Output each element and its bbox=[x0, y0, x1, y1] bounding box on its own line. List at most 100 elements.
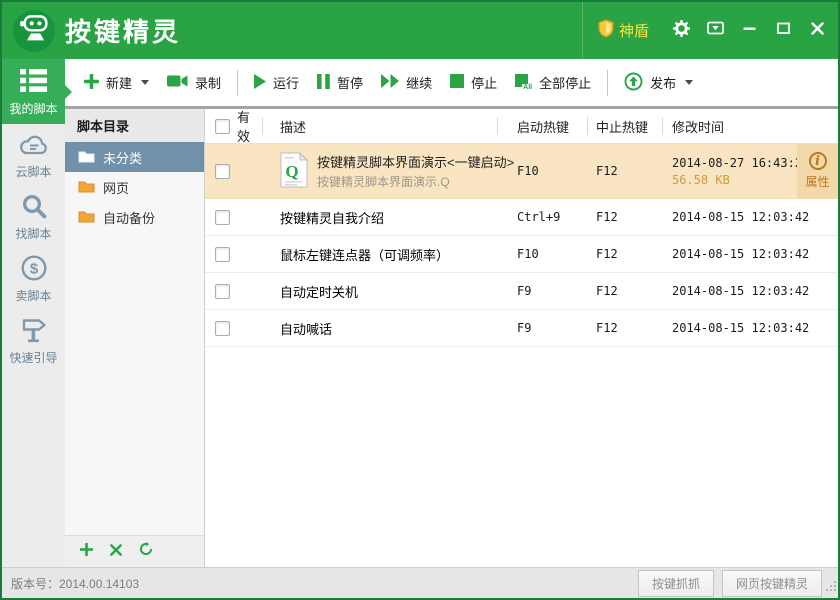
row-start-hotkey: F10 bbox=[497, 144, 587, 198]
pause-icon bbox=[317, 74, 330, 92]
row-start-hotkey: F10 bbox=[497, 236, 587, 272]
continue-label: 继续 bbox=[406, 73, 432, 92]
row-modified: 2014-08-15 12:03:42 bbox=[662, 310, 838, 346]
caret-down-icon bbox=[685, 80, 693, 85]
gear-icon bbox=[673, 20, 690, 42]
resize-grip[interactable] bbox=[826, 579, 837, 597]
sidebar-item-label: 找脚本 bbox=[15, 225, 51, 242]
row-checkbox[interactable] bbox=[215, 164, 230, 179]
shield-icon bbox=[598, 19, 614, 42]
row-checkbox[interactable] bbox=[215, 247, 230, 262]
table-row[interactable]: 鼠标左键连点器（可调频率） F10 F12 2014-08-15 12:03:4… bbox=[205, 236, 838, 273]
app-logo bbox=[13, 10, 55, 52]
web-quickmacro-button[interactable]: 网页按键精灵 bbox=[722, 570, 822, 597]
header-abort-hotkey: 中止热键 bbox=[587, 109, 662, 143]
plus-icon bbox=[84, 74, 99, 92]
row-subtitle: 按键精灵脚本界面演示.Q bbox=[317, 173, 497, 190]
row-modified: 2014-08-27 16:43:20 bbox=[672, 156, 809, 170]
row-checkbox[interactable] bbox=[215, 210, 230, 225]
properties-button[interactable]: i 属性 bbox=[797, 144, 838, 198]
statusbar-buttons: 按键抓抓 网页按键精灵 bbox=[638, 570, 822, 597]
sidebar-item-cloud-scripts[interactable]: 云脚本 bbox=[2, 124, 65, 186]
minimize-button[interactable] bbox=[732, 2, 766, 59]
sidebar-item-sell-scripts[interactable]: $ 卖脚本 bbox=[2, 248, 65, 310]
play-icon bbox=[254, 74, 266, 92]
refresh-icon bbox=[139, 542, 153, 561]
stop-all-button[interactable]: All 全部停止 bbox=[506, 67, 600, 98]
properties-label: 属性 bbox=[805, 173, 829, 190]
row-file-size: 56.58 KB bbox=[672, 173, 809, 187]
delete-folder-button[interactable] bbox=[110, 543, 122, 561]
row-abort-hotkey: F12 bbox=[587, 199, 662, 235]
new-button[interactable]: 新建 bbox=[75, 67, 158, 98]
add-folder-button[interactable] bbox=[80, 543, 93, 561]
publish-icon bbox=[624, 72, 643, 94]
row-checkbox[interactable] bbox=[215, 321, 230, 336]
row-abort-hotkey: F12 bbox=[587, 144, 662, 198]
key-spy-button[interactable]: 按键抓抓 bbox=[638, 570, 714, 597]
stop-button[interactable]: 停止 bbox=[441, 67, 506, 98]
record-label: 录制 bbox=[195, 73, 221, 92]
folder-item-uncategorized[interactable]: 未分类 bbox=[65, 142, 204, 172]
settings-button[interactable] bbox=[664, 2, 698, 59]
stop-all-icon: All bbox=[515, 74, 532, 91]
header-valid: 有效 bbox=[237, 107, 262, 145]
close-button[interactable] bbox=[800, 2, 834, 59]
stop-label: 停止 bbox=[471, 73, 497, 92]
record-button[interactable]: 录制 bbox=[158, 67, 230, 98]
pause-label: 暂停 bbox=[337, 73, 363, 92]
folder-item-auto-backup[interactable]: 自动备份 bbox=[65, 202, 204, 232]
folder-icon bbox=[78, 179, 95, 196]
camera-icon bbox=[167, 74, 188, 91]
publish-button[interactable]: 发布 bbox=[615, 66, 702, 100]
row-abort-hotkey: F12 bbox=[587, 273, 662, 309]
folder-actions bbox=[65, 535, 204, 567]
shield-button[interactable]: 神盾 bbox=[583, 19, 664, 42]
minimize-to-tray-button[interactable] bbox=[698, 2, 732, 59]
toolbar-divider bbox=[607, 70, 608, 96]
sidebar-item-label: 快速引导 bbox=[9, 349, 57, 366]
cloud-icon bbox=[18, 130, 49, 158]
folder-label: 自动备份 bbox=[103, 208, 155, 227]
stop-icon bbox=[450, 74, 464, 91]
row-modified: 2014-08-15 12:03:42 bbox=[662, 199, 838, 235]
refresh-button[interactable] bbox=[139, 542, 153, 561]
table-row[interactable]: Q 按键精灵脚本界面演示<一键启动> 按键精灵脚本界面演示.Q F10 F12 bbox=[205, 144, 838, 199]
run-label: 运行 bbox=[273, 73, 299, 92]
sidebar-item-quick-guide[interactable]: 快速引导 bbox=[2, 310, 65, 372]
search-icon bbox=[21, 192, 47, 220]
row-modified: 2014-08-15 12:03:42 bbox=[662, 236, 838, 272]
script-file-icon: Q bbox=[280, 152, 308, 191]
tray-icon bbox=[707, 21, 724, 40]
sidebar-item-my-scripts[interactable]: 我的脚本 bbox=[2, 59, 65, 124]
sidebar-item-find-scripts[interactable]: 找脚本 bbox=[2, 186, 65, 248]
svg-text:Q: Q bbox=[285, 162, 298, 181]
pause-button[interactable]: 暂停 bbox=[308, 67, 372, 98]
continue-button[interactable]: 继续 bbox=[372, 67, 441, 98]
header-start-hotkey: 启动热键 bbox=[497, 109, 587, 143]
run-button[interactable]: 运行 bbox=[245, 67, 308, 98]
version-label: 版本号：2014.00.14103 bbox=[11, 575, 139, 592]
table-row[interactable]: 自动定时关机 F9 F12 2014-08-15 12:03:42 bbox=[205, 273, 838, 310]
signpost-icon bbox=[20, 316, 48, 344]
table-row[interactable]: 自动喊话 F9 F12 2014-08-15 12:03:42 bbox=[205, 310, 838, 347]
sidebar: 我的脚本 云脚本 找脚 bbox=[2, 59, 65, 567]
maximize-button[interactable] bbox=[766, 2, 800, 59]
folder-icon bbox=[78, 209, 95, 226]
select-all-checkbox[interactable] bbox=[215, 119, 230, 134]
row-start-hotkey: Ctrl+9 bbox=[497, 199, 587, 235]
row-abort-hotkey: F12 bbox=[587, 310, 662, 346]
folder-panel-title: 脚本目录 bbox=[65, 109, 204, 142]
statusbar: 版本号：2014.00.14103 按键抓抓 网页按键精灵 bbox=[2, 567, 838, 598]
row-checkbox[interactable] bbox=[215, 284, 230, 299]
stop-all-label: 全部停止 bbox=[539, 73, 591, 92]
folder-item-webpage[interactable]: 网页 bbox=[65, 172, 204, 202]
table-row[interactable]: 按键精灵自我介绍 Ctrl+9 F12 2014-08-15 12:03:42 bbox=[205, 199, 838, 236]
row-start-hotkey: F9 bbox=[497, 310, 587, 346]
row-title: 自动定时关机 bbox=[262, 273, 497, 309]
folder-panel: 脚本目录 未分类 bbox=[65, 109, 205, 567]
publish-label: 发布 bbox=[650, 73, 676, 92]
shield-label: 神盾 bbox=[619, 20, 649, 41]
sidebar-item-label: 卖脚本 bbox=[15, 287, 51, 304]
toolbar: 新建 录制 运行 bbox=[65, 59, 838, 109]
